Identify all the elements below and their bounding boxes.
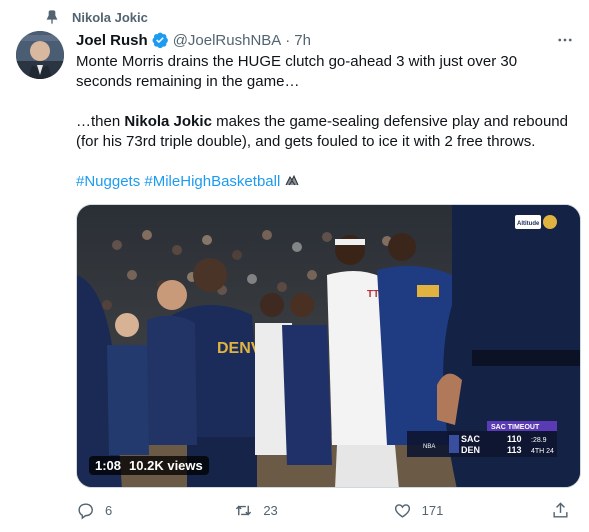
pin-icon	[44, 9, 60, 25]
reply-count: 6	[105, 502, 113, 518]
separator-dot: ·	[285, 31, 291, 49]
scorebug-banner: SAC TIMEOUT	[491, 424, 540, 431]
tweet-actions: 6 23 171	[76, 498, 581, 522]
avatar[interactable]	[16, 31, 64, 79]
share-button[interactable]	[551, 498, 581, 522]
hashtag-line: #Nuggets #MileHighBasketball	[76, 172, 576, 194]
corner-logo-text: Altitude	[517, 221, 540, 227]
scorebug-team1: SAC	[461, 434, 481, 444]
verified-badge-icon	[151, 31, 169, 49]
tweet-text: Monte Morris drains the HUGE clutch go-a…	[76, 52, 576, 194]
scorebug-clock: :28.9	[531, 437, 547, 444]
video-player[interactable]: DENVER TTO Altitude SAC TIMEOUT SAC 110 …	[76, 204, 581, 488]
share-icon	[553, 501, 568, 518]
video-duration: 1:08	[95, 458, 122, 473]
author-name[interactable]: Joel Rush	[76, 32, 148, 49]
hashtag-milehighbasketball[interactable]: #MileHighBasketball	[144, 173, 280, 190]
scorebug-nba-logo: NBA	[423, 444, 435, 450]
bold-mention: Nikola Jokic	[124, 113, 212, 130]
author-handle[interactable]: @JoelRushNBA	[173, 32, 282, 49]
retweet-button[interactable]: 23	[234, 498, 344, 522]
reply-button[interactable]: 6	[76, 498, 186, 522]
paragraph-prefix: …then	[76, 113, 125, 130]
reply-icon	[78, 502, 93, 519]
video-views: 10.2K views	[129, 458, 203, 473]
like-count: 171	[421, 502, 444, 518]
tweet-paragraph-2: …then Nikola Jokic makes the game-sealin…	[76, 112, 576, 152]
nuggets-emoji-icon	[284, 172, 300, 194]
scorebug-period: 4TH 24	[531, 448, 554, 455]
tweet-header: Joel Rush @JoelRushNBA · 7h	[76, 30, 311, 50]
tweet-time[interactable]: 7h	[294, 32, 311, 49]
tweet-paragraph-1: Monte Morris drains the HUGE clutch go-a…	[76, 53, 518, 90]
social-context[interactable]: Nikola Jokic	[44, 8, 148, 26]
scorebug-team2: DEN	[461, 445, 480, 455]
like-button[interactable]: 171	[393, 498, 503, 522]
scorebug-score1: 110	[507, 434, 522, 444]
hashtag-nuggets[interactable]: #Nuggets	[76, 173, 140, 190]
scorebug-score2: 113	[507, 445, 522, 455]
heart-icon	[394, 503, 410, 518]
video-stats-overlay: 1:08 10.2K views	[89, 456, 209, 475]
social-context-label: Nikola Jokic	[72, 9, 148, 25]
video-frame: DENVER TTO Altitude SAC TIMEOUT SAC 110 …	[77, 205, 580, 487]
retweet-count: 23	[263, 502, 278, 518]
more-options-icon[interactable]	[553, 30, 577, 50]
retweet-icon	[236, 505, 252, 515]
